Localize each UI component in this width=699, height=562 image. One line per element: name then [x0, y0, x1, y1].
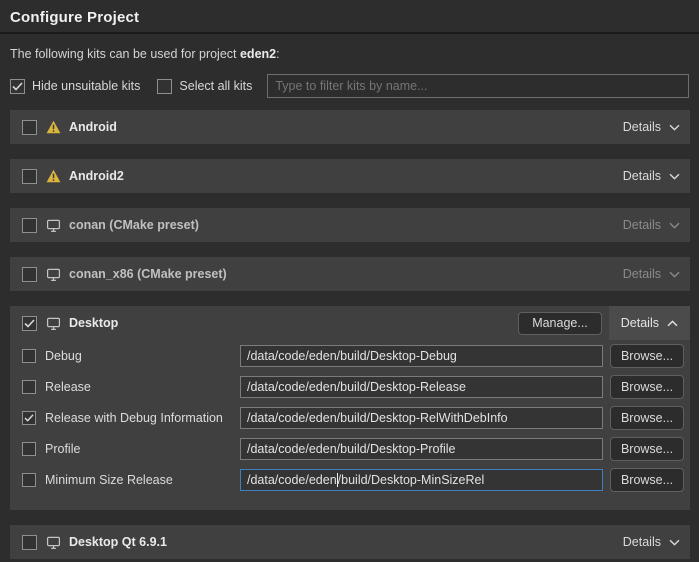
hide-unsuitable-kits-option[interactable]: Hide unsuitable kits — [10, 79, 140, 94]
intro-suffix: : — [276, 47, 279, 61]
kit-filter-bar: Hide unsuitable kits Select all kits — [10, 74, 689, 98]
config-checkbox[interactable] — [22, 380, 36, 394]
details-label: Details — [623, 169, 661, 183]
kit-name: conan_x86 (CMake preset) — [69, 267, 227, 281]
chevron-down-icon — [669, 173, 680, 180]
chevron-down-icon — [669, 271, 680, 278]
kit-row-conan[interactable]: conan (CMake preset) Details — [10, 208, 690, 242]
build-config-row-debug: Debug Browse... — [10, 340, 690, 371]
chevron-down-icon — [669, 222, 680, 229]
kit-name: Android — [69, 120, 117, 134]
kit-name: Desktop Qt 6.9.1 — [69, 535, 167, 549]
browse-button[interactable]: Browse... — [610, 406, 684, 430]
monitor-icon — [46, 316, 61, 331]
warning-icon — [46, 169, 61, 183]
details-toggle[interactable]: Details — [613, 110, 690, 144]
kit-row-desktop-qt-691[interactable]: Desktop Qt 6.9.1 Details — [10, 525, 690, 559]
build-dir-input[interactable] — [240, 345, 603, 367]
details-toggle[interactable]: Details — [613, 159, 690, 193]
details-label: Details — [623, 120, 661, 134]
kit-checkbox[interactable] — [22, 267, 37, 282]
config-label: Minimum Size Release — [45, 473, 240, 487]
page-title: Configure Project — [10, 9, 689, 26]
config-checkbox[interactable] — [22, 442, 36, 456]
browse-button[interactable]: Browse... — [610, 468, 684, 492]
details-toggle[interactable]: Details — [613, 525, 690, 559]
build-config-row-minsizerel: Minimum Size Release /data/code/eden/bui… — [10, 464, 690, 495]
build-dir-input[interactable] — [240, 438, 603, 460]
monitor-icon — [46, 218, 61, 233]
build-config-row-release: Release Browse... — [10, 371, 690, 402]
kit-name: conan (CMake preset) — [69, 218, 199, 232]
kit-checkbox[interactable] — [22, 218, 37, 233]
check-icon — [24, 414, 34, 422]
build-config-row-profile: Profile Browse... — [10, 433, 690, 464]
select-all-kits-option[interactable]: Select all kits — [157, 79, 252, 94]
chevron-down-icon — [669, 124, 680, 131]
path-text-after-caret: /build/Desktop-MinSizeRel — [338, 473, 485, 487]
browse-button[interactable]: Browse... — [610, 375, 684, 399]
project-name: eden2 — [240, 47, 276, 61]
page-header: Configure Project — [0, 0, 699, 34]
kit-name: Android2 — [69, 169, 124, 183]
intro-prefix: The following kits can be used for proje… — [10, 47, 240, 61]
kit-panel-desktop: Desktop Manage... Details Debug Browse..… — [10, 306, 690, 510]
config-label: Debug — [45, 349, 240, 363]
hide-unsuitable-label: Hide unsuitable kits — [32, 79, 140, 93]
kit-row-desktop[interactable]: Desktop Manage... Details — [10, 306, 690, 340]
warning-icon — [46, 120, 61, 134]
chevron-down-icon — [669, 539, 680, 546]
build-dir-input[interactable] — [240, 376, 603, 398]
details-toggle: Details — [613, 208, 690, 242]
browse-button[interactable]: Browse... — [610, 437, 684, 461]
kit-filter-input[interactable] — [267, 74, 689, 98]
monitor-icon — [46, 267, 61, 282]
hide-unsuitable-checkbox[interactable] — [10, 79, 25, 94]
select-all-label: Select all kits — [179, 79, 252, 93]
kit-name: Desktop — [69, 316, 118, 330]
details-label: Details — [623, 267, 661, 281]
config-label: Profile — [45, 442, 240, 456]
kit-checkbox[interactable] — [22, 169, 37, 184]
config-checkbox[interactable] — [22, 473, 36, 487]
kit-checkbox[interactable] — [22, 120, 37, 135]
config-label: Release with Debug Information — [45, 411, 240, 425]
config-label: Release — [45, 380, 240, 394]
build-config-row-relwithdebinfo: Release with Debug Information Browse... — [10, 402, 690, 433]
kit-row-conan-x86[interactable]: conan_x86 (CMake preset) Details — [10, 257, 690, 291]
kits-intro-text: The following kits can be used for proje… — [10, 47, 689, 61]
chevron-up-icon — [667, 320, 678, 327]
manage-kits-button[interactable]: Manage... — [518, 312, 602, 335]
kit-row-android[interactable]: Android Details — [10, 110, 690, 144]
path-text-before-caret: /data/code/eden — [247, 473, 337, 487]
select-all-checkbox[interactable] — [157, 79, 172, 94]
details-label: Details — [623, 535, 661, 549]
kit-row-android2[interactable]: Android2 Details — [10, 159, 690, 193]
details-label: Details — [623, 218, 661, 232]
browse-button[interactable]: Browse... — [610, 344, 684, 368]
config-checkbox[interactable] — [22, 349, 36, 363]
check-icon — [12, 82, 23, 91]
details-toggle: Details — [613, 257, 690, 291]
kit-list: Android Details Android2 Details conan (… — [10, 110, 690, 559]
build-dir-input[interactable] — [240, 407, 603, 429]
kit-checkbox[interactable] — [22, 316, 37, 331]
details-label: Details — [621, 316, 659, 330]
monitor-icon — [46, 535, 61, 550]
check-icon — [24, 319, 35, 328]
build-dir-input[interactable]: /data/code/eden/build/Desktop-MinSizeRel — [240, 469, 603, 491]
config-checkbox[interactable] — [22, 411, 36, 425]
kit-checkbox[interactable] — [22, 535, 37, 550]
details-toggle[interactable]: Details — [609, 306, 690, 340]
